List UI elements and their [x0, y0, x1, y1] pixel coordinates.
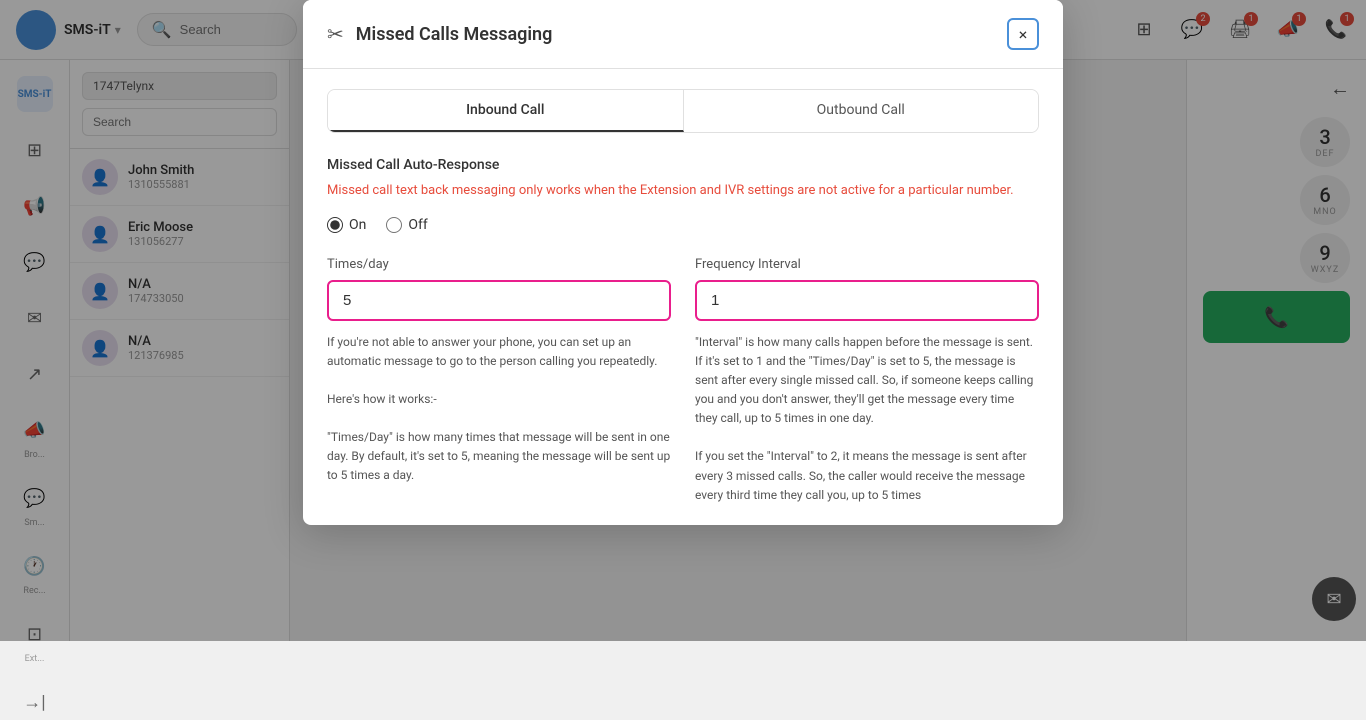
two-column-section: Times/day If you're not able to answer y…: [327, 257, 1039, 506]
radio-option-off[interactable]: Off: [386, 217, 427, 233]
right-desc-1: "Interval" is how many calls happen befo…: [695, 333, 1039, 429]
close-icon: ×: [1019, 25, 1028, 44]
section-title: Missed Call Auto-Response: [327, 157, 1039, 173]
modal-close-button[interactable]: ×: [1007, 18, 1039, 50]
tab-group: Inbound Call Outbound Call: [327, 89, 1039, 133]
times-day-label: Times/day: [327, 257, 671, 272]
sidebar-item-logout[interactable]: →|: [17, 684, 53, 720]
radio-on[interactable]: [327, 217, 343, 233]
left-desc-2: Here's how it works:-: [327, 390, 671, 409]
left-desc-1: If you're not able to answer your phone,…: [327, 333, 671, 371]
radio-option-on[interactable]: On: [327, 217, 366, 233]
missed-calls-modal: ✂ Missed Calls Messaging × Inbound Call …: [303, 0, 1063, 525]
modal-body: Inbound Call Outbound Call Missed Call A…: [303, 69, 1063, 525]
left-column: Times/day If you're not able to answer y…: [327, 257, 671, 506]
modal-header: ✂ Missed Calls Messaging ×: [303, 0, 1063, 69]
radio-on-label: On: [349, 217, 366, 233]
radio-group: On Off: [327, 217, 1039, 233]
frequency-input[interactable]: [695, 280, 1039, 321]
times-day-input[interactable]: [327, 280, 671, 321]
radio-off[interactable]: [386, 217, 402, 233]
warning-text: Missed call text back messaging only wor…: [327, 181, 1039, 201]
modal-overlay: ✂ Missed Calls Messaging × Inbound Call …: [0, 0, 1366, 641]
right-desc-2: If you set the "Interval" to 2, it means…: [695, 447, 1039, 505]
modal-title: Missed Calls Messaging: [356, 24, 1007, 45]
radio-off-label: Off: [408, 217, 427, 233]
modal-call-icon: ✂: [327, 22, 344, 46]
ext-label: Ext...: [25, 654, 45, 664]
logout-icon: →|: [17, 684, 53, 720]
frequency-label: Frequency Interval: [695, 257, 1039, 272]
tab-inbound-call[interactable]: Inbound Call: [328, 90, 684, 132]
left-desc-3: "Times/Day" is how many times that messa…: [327, 428, 671, 486]
right-column: Frequency Interval "Interval" is how man…: [695, 257, 1039, 506]
tab-outbound-call[interactable]: Outbound Call: [684, 90, 1039, 132]
